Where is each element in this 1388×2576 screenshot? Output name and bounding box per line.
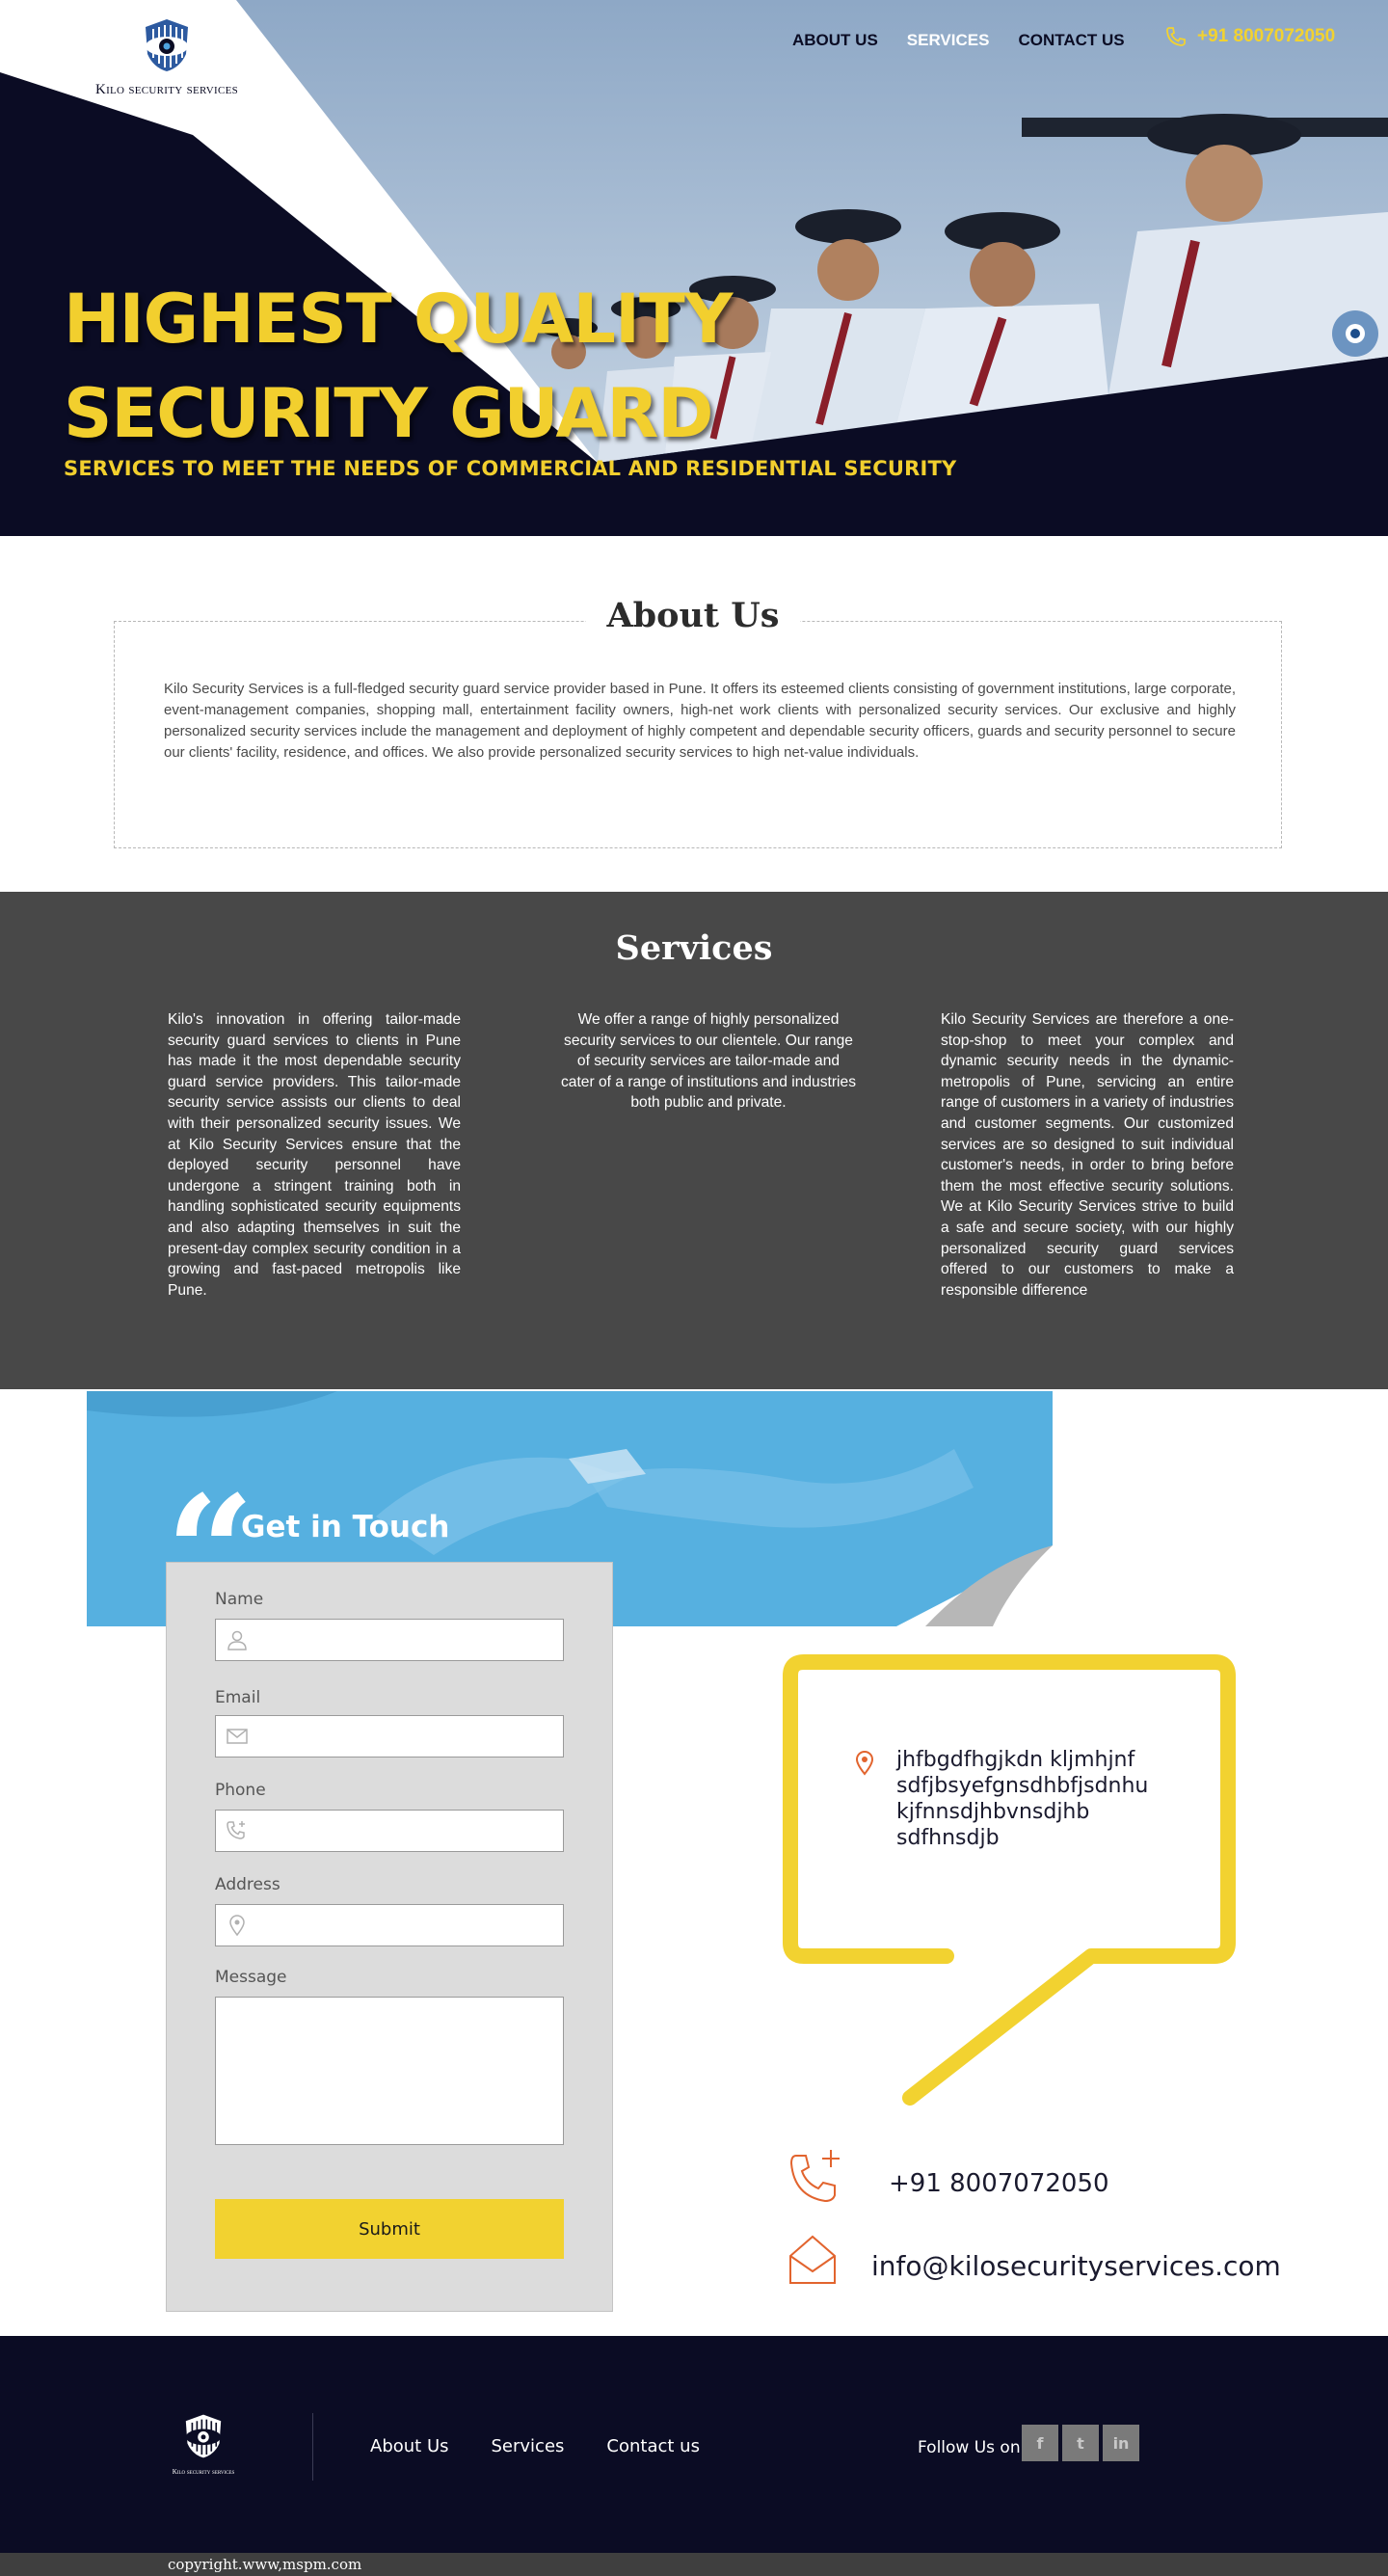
address-pin-icon [855, 1751, 874, 1776]
name-label: Name [215, 1590, 264, 1609]
nav-contact-us[interactable]: CONTACT US [1018, 31, 1124, 50]
phone-label: Phone [215, 1781, 266, 1800]
eye-shield-icon [185, 2414, 222, 2458]
footer: Kilo security services About Us Services… [0, 2336, 1388, 2553]
linkedin-icon[interactable]: in [1103, 2425, 1139, 2461]
name-field[interactable] [215, 1619, 564, 1661]
copyright-text: copyright.www,mspm.com [168, 2556, 362, 2573]
footer-link-contact-us[interactable]: Contact us [606, 2436, 700, 2456]
hero-title: HIGHEST QUALITY SECURITY GUARD [64, 272, 733, 461]
address-line-2: sdfjbsyefgnsdhbfjsdnhu [896, 1774, 1149, 1798]
twitter-icon[interactable]: t [1062, 2425, 1099, 2461]
about-text: Kilo Security Services is a full-fledged… [164, 681, 1236, 761]
address-field[interactable] [215, 1904, 564, 1946]
phone-add-icon [227, 1821, 245, 1839]
email-label: Email [215, 1688, 261, 1707]
hero-subtitle: SERVICES TO MEET THE NEEDS OF COMMERCIAL… [64, 457, 957, 480]
header-phone-number: +91 8007072050 [1197, 26, 1336, 46]
contact-email[interactable]: info@kilosecurityservices.com [871, 2250, 1281, 2282]
submit-button[interactable]: Submit [215, 2199, 564, 2259]
phone-field[interactable] [215, 1810, 564, 1852]
hero-title-line-1: HIGHEST QUALITY [64, 280, 733, 359]
main-nav: ABOUT US SERVICES CONTACT US [792, 31, 1125, 50]
footer-divider [312, 2413, 313, 2481]
services-title: Services [615, 928, 773, 968]
nav-services[interactable]: SERVICES [907, 31, 990, 50]
services-column-1: Kilo's innovation in offering tailor-mad… [168, 1011, 461, 1299]
facebook-icon[interactable]: f [1022, 2425, 1058, 2461]
services-column-3: Kilo Security Services are therefore a o… [941, 1011, 1234, 1299]
services-column-2: We offer a range of highly personalized … [561, 1011, 856, 1112]
address-line-1: jhfbgdfhgjkdn kljmhjnf [896, 1748, 1135, 1772]
page: Kilo security services ABOUT US SERVICES… [0, 0, 1388, 2576]
footer-nav: About Us Services Contact us [370, 2436, 700, 2456]
brand-name: Kilo security services [94, 82, 239, 97]
follow-us-label: Follow Us on [918, 2438, 1021, 2457]
get-in-touch-title: Get in Touch [241, 1510, 450, 1544]
footer-logo[interactable]: Kilo security services [162, 2413, 245, 2476]
footer-brand-name: Kilo security services [172, 2468, 235, 2476]
contact-form: Name Email Phone Address Message Submit [166, 1562, 613, 2312]
contact-phone-icon [789, 2150, 840, 2203]
brand-logo[interactable]: Kilo security services [75, 17, 258, 98]
hero-section: Kilo security services ABOUT US SERVICES… [0, 0, 1388, 536]
address-line-3: kjfnnsdjhbvnsdjhb [896, 1800, 1090, 1824]
footer-link-services[interactable]: Services [492, 2436, 565, 2456]
message-field[interactable] [215, 1997, 564, 2145]
location-pin-icon [229, 1915, 245, 1937]
services-section: Services Kilo's innovation in offering t… [0, 892, 1388, 1389]
phone-icon [1166, 27, 1186, 46]
nav-about-us[interactable]: ABOUT US [792, 31, 878, 50]
speech-bubble-frame [783, 1654, 1236, 2106]
message-label: Message [215, 1968, 287, 1987]
hero-title-line-2: SECURITY GUARD [64, 374, 714, 453]
email-field[interactable] [215, 1715, 564, 1758]
footer-link-about-us[interactable]: About Us [370, 2436, 449, 2456]
contact-address: jhfbgdfhgjkdn kljmhjnf sdfjbsyefgnsdhbfj… [896, 1747, 1148, 1851]
header-phone[interactable]: +91 8007072050 [1164, 25, 1335, 48]
user-icon [227, 1630, 247, 1650]
eye-shield-icon [146, 19, 188, 71]
contact-email-icon [789, 2235, 836, 2284]
about-title: About Us [586, 596, 800, 635]
address-line-4: sdfhnsdjb [896, 1826, 1000, 1850]
address-label: Address [215, 1875, 280, 1894]
envelope-icon [227, 1729, 248, 1744]
contact-phone[interactable]: +91 8007072050 [889, 2169, 1109, 2198]
